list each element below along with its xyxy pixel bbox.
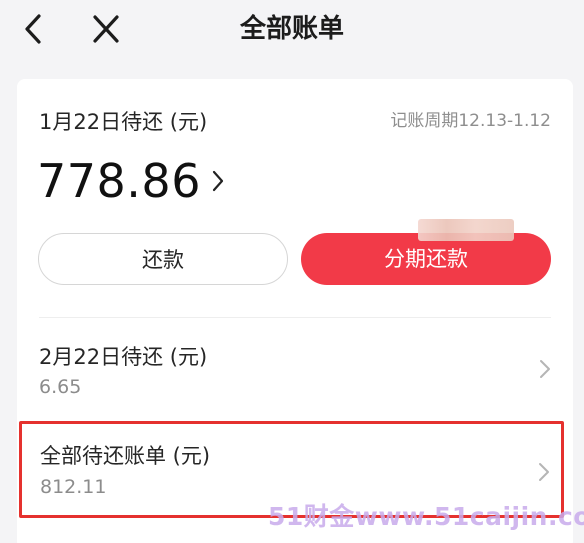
current-due-label: 1月22日待还 (元) — [39, 110, 208, 134]
total-due-label: 全部待还账单 (元) — [40, 444, 211, 468]
total-bill-row[interactable]: 全部待还账单 (元) 812.11 — [19, 421, 564, 518]
blurred-badge — [418, 219, 514, 241]
close-button[interactable] — [91, 12, 121, 46]
total-due-amount: 812.11 — [40, 476, 107, 498]
chevron-right-icon — [212, 170, 224, 192]
bill-card: 1月22日待还 (元) 记账周期12.13-1.12 778.86 还款 分期还… — [17, 79, 573, 543]
page-title: 全部账单 — [239, 14, 344, 44]
top-bar: 全部账单 — [0, 0, 584, 60]
next-due-amount: 6.65 — [39, 376, 82, 398]
chevron-left-icon — [25, 14, 41, 44]
chevron-right-icon — [540, 360, 550, 378]
bills-screen: 全部账单 1月22日待还 (元) 记账周期12.13-1.12 778.86 还… — [0, 0, 584, 543]
current-amount-link[interactable]: 778.86 — [37, 151, 225, 211]
back-button[interactable] — [20, 12, 50, 46]
divider — [39, 317, 551, 318]
repay-button[interactable]: 还款 — [38, 233, 288, 285]
chevron-right-icon — [539, 463, 549, 481]
next-bill-row[interactable]: 2月22日待还 (元) 6.65 — [17, 329, 573, 409]
next-due-label: 2月22日待还 (元) — [39, 345, 208, 369]
current-amount: 778.86 — [37, 154, 201, 208]
close-icon — [93, 15, 119, 43]
billing-cycle-label: 记账周期12.13-1.12 — [390, 111, 551, 131]
